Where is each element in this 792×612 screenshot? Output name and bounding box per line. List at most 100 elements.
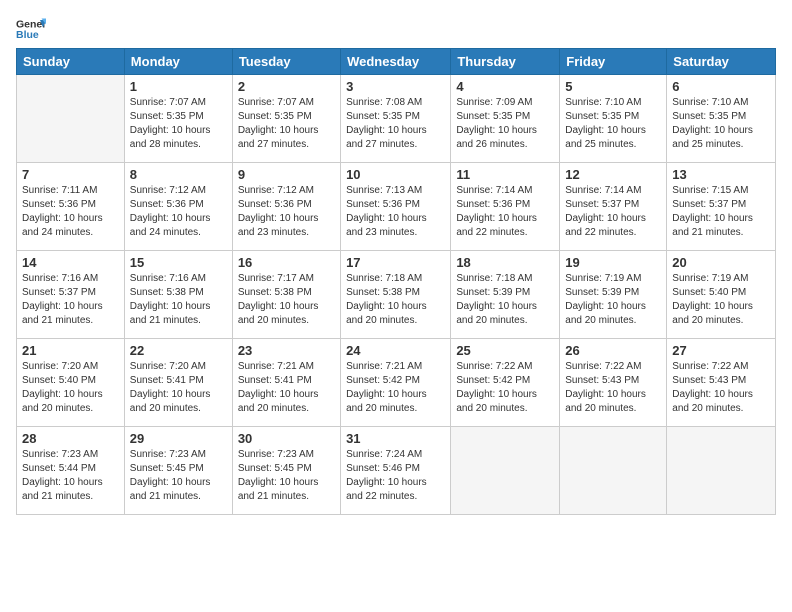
calendar-cell: 15 Sunrise: 7:16 AM Sunset: 5:38 PM Dayli… — [124, 251, 232, 339]
day-number: 19 — [565, 255, 661, 270]
calendar-cell: 21 Sunrise: 7:20 AM Sunset: 5:40 PM Dayli… — [17, 339, 125, 427]
calendar-cell: 2Sunrise: 7:07 AM Sunset: 5:35 PM Daylig… — [232, 75, 340, 163]
day-number: 17 — [346, 255, 445, 270]
calendar-cell: 3 Sunrise: 7:08 AM Sunset: 5:35 PM Daylig… — [341, 75, 451, 163]
day-number: 28 — [22, 431, 119, 446]
day-number: 15 — [130, 255, 227, 270]
day-info: Sunrise: 7:18 AM Sunset: 5:39 PM Dayligh… — [456, 272, 554, 328]
week-row-5: 28 Sunrise: 7:23 AM Sunset: 5:44 PM Dayli… — [17, 427, 776, 515]
day-info: Sunrise: 7:22 AM Sunset: 5:43 PM Dayligh… — [672, 360, 770, 416]
day-info: Sunrise: 7:21 AM Sunset: 5:42 PM Dayligh… — [346, 360, 445, 416]
day-info: Sunrise: 7:20 AM Sunset: 5:40 PM Dayligh… — [22, 360, 119, 416]
day-number: 20 — [672, 255, 770, 270]
day-number: 2 — [238, 79, 335, 94]
calendar-cell — [451, 427, 560, 515]
calendar-cell: 30Sunrise: 7:23 AM Sunset: 5:45 PM Dayli… — [232, 427, 340, 515]
weekday-header-sunday: Sunday — [17, 49, 125, 75]
calendar-cell — [17, 75, 125, 163]
day-number: 3 — [346, 79, 445, 94]
calendar-cell: 22 Sunrise: 7:20 AM Sunset: 5:41 PM Dayli… — [124, 339, 232, 427]
day-info: Sunrise: 7:12 AM Sunset: 5:36 PM Dayligh… — [130, 184, 227, 240]
calendar-cell: 5 Sunrise: 7:10 AM Sunset: 5:35 PM Daylig… — [560, 75, 667, 163]
day-info: Sunrise: 7:20 AM Sunset: 5:41 PM Dayligh… — [130, 360, 227, 416]
calendar-cell: 6Sunrise: 7:10 AM Sunset: 5:35 PM Daylig… — [667, 75, 776, 163]
calendar-cell: 11Sunrise: 7:14 AM Sunset: 5:36 PM Dayli… — [451, 163, 560, 251]
week-row-2: 7 Sunrise: 7:11 AM Sunset: 5:36 PM Daylig… — [17, 163, 776, 251]
day-number: 25 — [456, 343, 554, 358]
day-info: Sunrise: 7:07 AM Sunset: 5:35 PM Dayligh… — [130, 96, 227, 152]
day-number: 13 — [672, 167, 770, 182]
day-info: Sunrise: 7:08 AM Sunset: 5:35 PM Dayligh… — [346, 96, 445, 152]
calendar-cell: 1 Sunrise: 7:07 AM Sunset: 5:35 PM Daylig… — [124, 75, 232, 163]
day-number: 1 — [130, 79, 227, 94]
day-number: 21 — [22, 343, 119, 358]
weekday-header-wednesday: Wednesday — [341, 49, 451, 75]
day-number: 22 — [130, 343, 227, 358]
day-info: Sunrise: 7:19 AM Sunset: 5:39 PM Dayligh… — [565, 272, 661, 328]
day-info: Sunrise: 7:23 AM Sunset: 5:45 PM Dayligh… — [130, 448, 227, 504]
day-info: Sunrise: 7:11 AM Sunset: 5:36 PM Dayligh… — [22, 184, 119, 240]
page-container: General Blue SundayMondayTuesdayWednesda… — [0, 0, 792, 525]
calendar-cell: 10Sunrise: 7:13 AM Sunset: 5:36 PM Dayli… — [341, 163, 451, 251]
svg-text:Blue: Blue — [16, 29, 39, 41]
day-number: 31 — [346, 431, 445, 446]
weekday-header-monday: Monday — [124, 49, 232, 75]
calendar-cell: 4Sunrise: 7:09 AM Sunset: 5:35 PM Daylig… — [451, 75, 560, 163]
calendar-cell: 17 Sunrise: 7:18 AM Sunset: 5:38 PM Dayli… — [341, 251, 451, 339]
day-number: 27 — [672, 343, 770, 358]
day-number: 12 — [565, 167, 661, 182]
day-info: Sunrise: 7:18 AM Sunset: 5:38 PM Dayligh… — [346, 272, 445, 328]
calendar-cell: 19 Sunrise: 7:19 AM Sunset: 5:39 PM Dayli… — [560, 251, 667, 339]
day-info: Sunrise: 7:22 AM Sunset: 5:42 PM Dayligh… — [456, 360, 554, 416]
day-info: Sunrise: 7:16 AM Sunset: 5:38 PM Dayligh… — [130, 272, 227, 328]
calendar-cell: 14 Sunrise: 7:16 AM Sunset: 5:37 PM Dayli… — [17, 251, 125, 339]
day-number: 8 — [130, 167, 227, 182]
calendar-cell: 31 Sunrise: 7:24 AM Sunset: 5:46 PM Dayli… — [341, 427, 451, 515]
calendar-cell: 29 Sunrise: 7:23 AM Sunset: 5:45 PM Dayli… — [124, 427, 232, 515]
calendar-cell — [667, 427, 776, 515]
day-number: 14 — [22, 255, 119, 270]
calendar-cell: 24 Sunrise: 7:21 AM Sunset: 5:42 PM Dayli… — [341, 339, 451, 427]
calendar-cell: 7 Sunrise: 7:11 AM Sunset: 5:36 PM Daylig… — [17, 163, 125, 251]
calendar-cell: 27 Sunrise: 7:22 AM Sunset: 5:43 PM Dayli… — [667, 339, 776, 427]
day-number: 29 — [130, 431, 227, 446]
day-info: Sunrise: 7:14 AM Sunset: 5:37 PM Dayligh… — [565, 184, 661, 240]
day-info: Sunrise: 7:15 AM Sunset: 5:37 PM Dayligh… — [672, 184, 770, 240]
day-info: Sunrise: 7:12 AM Sunset: 5:36 PM Dayligh… — [238, 184, 335, 240]
day-info: Sunrise: 7:24 AM Sunset: 5:46 PM Dayligh… — [346, 448, 445, 504]
weekday-header-saturday: Saturday — [667, 49, 776, 75]
day-info: Sunrise: 7:19 AM Sunset: 5:40 PM Dayligh… — [672, 272, 770, 328]
calendar-cell: 25 Sunrise: 7:22 AM Sunset: 5:42 PM Dayli… — [451, 339, 560, 427]
day-info: Sunrise: 7:22 AM Sunset: 5:43 PM Dayligh… — [565, 360, 661, 416]
day-number: 5 — [565, 79, 661, 94]
calendar-cell: 26 Sunrise: 7:22 AM Sunset: 5:43 PM Dayli… — [560, 339, 667, 427]
weekday-header-tuesday: Tuesday — [232, 49, 340, 75]
day-number: 18 — [456, 255, 554, 270]
day-info: Sunrise: 7:10 AM Sunset: 5:35 PM Dayligh… — [565, 96, 661, 152]
weekday-header-friday: Friday — [560, 49, 667, 75]
day-number: 9 — [238, 167, 335, 182]
week-row-3: 14 Sunrise: 7:16 AM Sunset: 5:37 PM Dayli… — [17, 251, 776, 339]
day-info: Sunrise: 7:17 AM Sunset: 5:38 PM Dayligh… — [238, 272, 335, 328]
calendar-cell: 8 Sunrise: 7:12 AM Sunset: 5:36 PM Daylig… — [124, 163, 232, 251]
day-number: 7 — [22, 167, 119, 182]
day-number: 26 — [565, 343, 661, 358]
calendar-cell: 20 Sunrise: 7:19 AM Sunset: 5:40 PM Dayli… — [667, 251, 776, 339]
day-number: 4 — [456, 79, 554, 94]
logo: General Blue — [16, 14, 50, 44]
calendar-cell: 12 Sunrise: 7:14 AM Sunset: 5:37 PM Dayli… — [560, 163, 667, 251]
weekday-header-thursday: Thursday — [451, 49, 560, 75]
calendar: SundayMondayTuesdayWednesdayThursdayFrid… — [16, 48, 776, 515]
calendar-cell — [560, 427, 667, 515]
week-row-4: 21 Sunrise: 7:20 AM Sunset: 5:40 PM Dayli… — [17, 339, 776, 427]
day-number: 23 — [238, 343, 335, 358]
day-number: 10 — [346, 167, 445, 182]
calendar-header-row: SundayMondayTuesdayWednesdayThursdayFrid… — [17, 49, 776, 75]
logo-icon: General Blue — [16, 14, 46, 44]
day-number: 24 — [346, 343, 445, 358]
day-info: Sunrise: 7:23 AM Sunset: 5:45 PM Dayligh… — [238, 448, 335, 504]
calendar-cell: 9 Sunrise: 7:12 AM Sunset: 5:36 PM Daylig… — [232, 163, 340, 251]
day-info: Sunrise: 7:23 AM Sunset: 5:44 PM Dayligh… — [22, 448, 119, 504]
day-info: Sunrise: 7:14 AM Sunset: 5:36 PM Dayligh… — [456, 184, 554, 240]
day-info: Sunrise: 7:16 AM Sunset: 5:37 PM Dayligh… — [22, 272, 119, 328]
